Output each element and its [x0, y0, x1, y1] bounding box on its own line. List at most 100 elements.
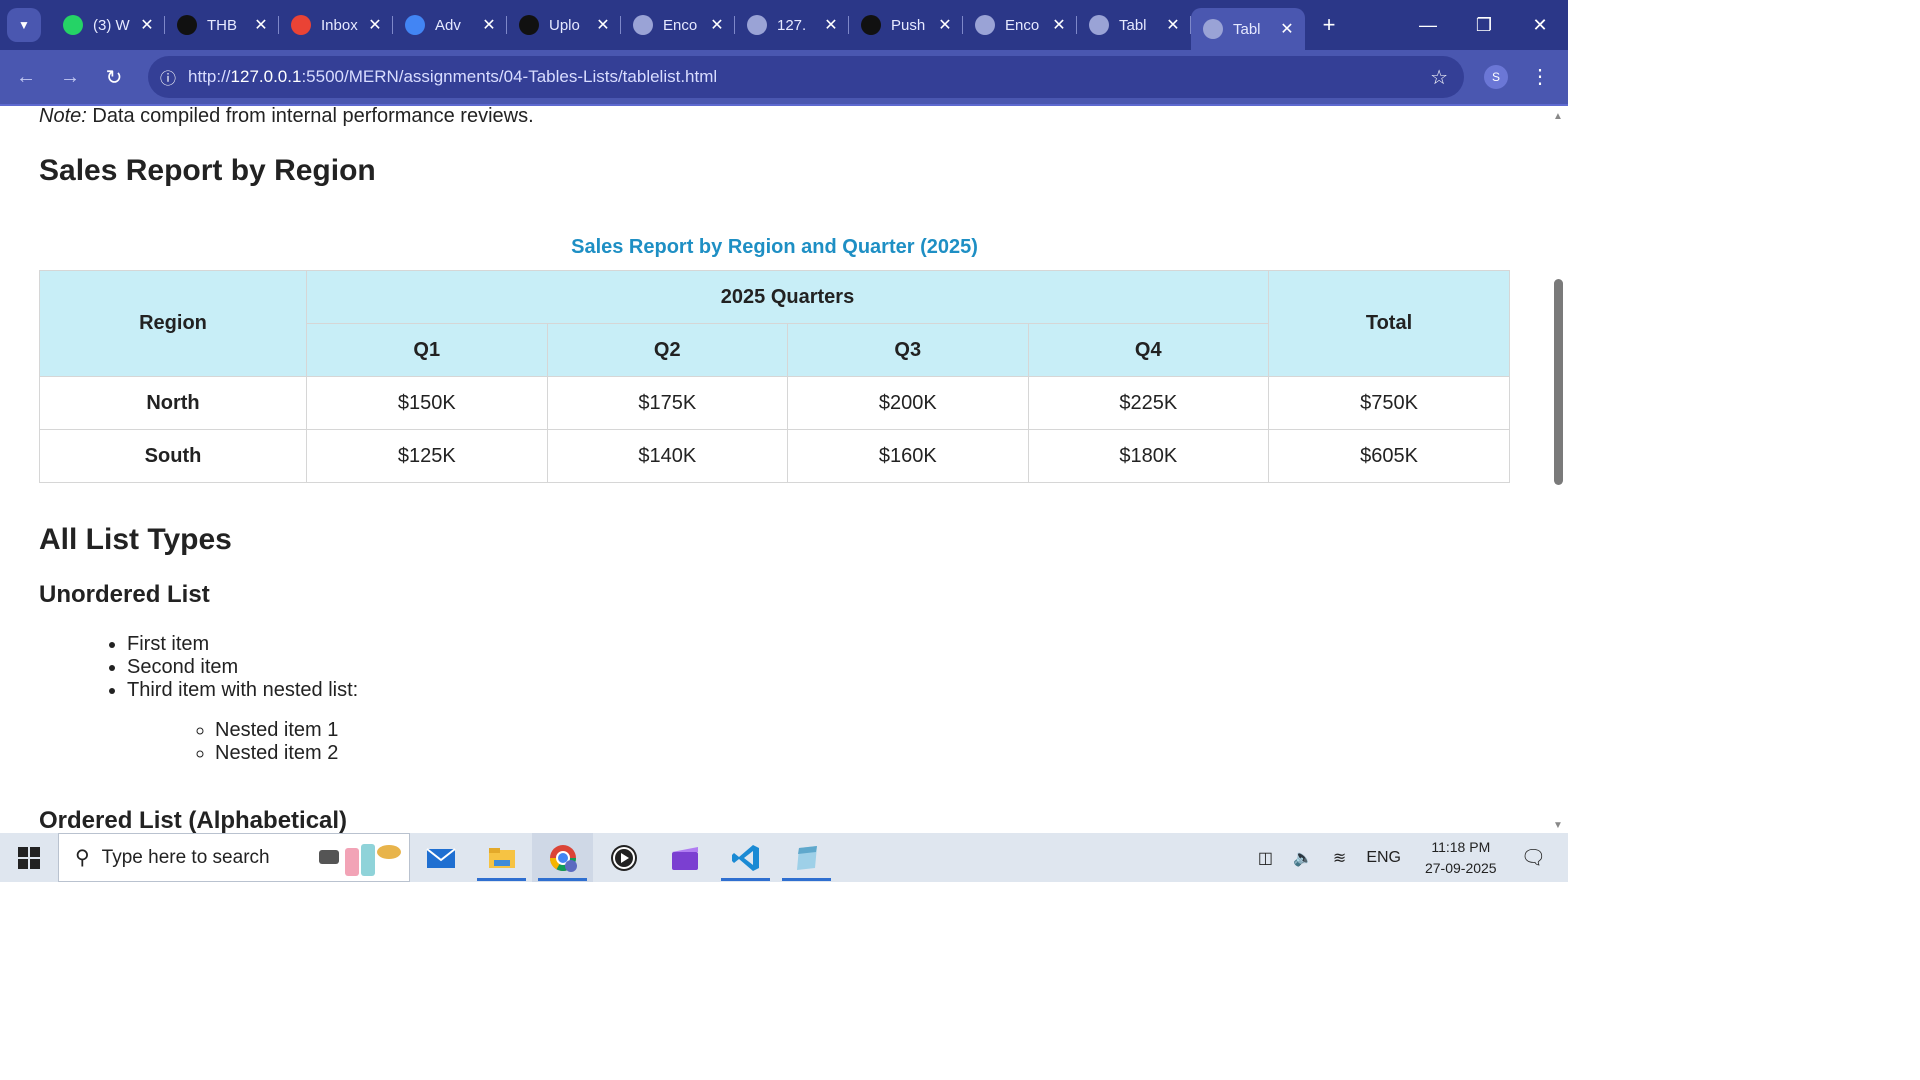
volume-icon[interactable]: 🔈	[1293, 848, 1313, 868]
region-header: Region	[39, 270, 307, 377]
browser-tab[interactable]: Inbox ✕	[279, 0, 393, 50]
scroll-down-arrow-icon[interactable]: ▼	[1553, 820, 1563, 831]
browser-tab[interactable]: (3) W ✕	[51, 0, 165, 50]
tab-close-icon[interactable]: ✕	[1279, 19, 1295, 39]
globe-icon	[1203, 19, 1223, 39]
tab-list: (3) W ✕ THB ✕ Inbox ✕ Adv ✕ Uplo ✕ Enco ✕ 127. ✕ Push ✕…	[51, 0, 1305, 50]
taskbar-search[interactable]: ⚲ Type here to search	[58, 833, 410, 882]
media-player-button[interactable]	[593, 833, 654, 882]
globe-icon	[633, 15, 653, 35]
minimize-button[interactable]: —	[1400, 0, 1456, 50]
quarter-header: Q3	[787, 323, 1029, 377]
browser-tab[interactable]: 127. ✕	[735, 0, 849, 50]
gmail-icon	[291, 15, 311, 35]
browser-tab[interactable]: Tabl ✕	[1077, 0, 1191, 50]
clipchamp-icon	[671, 846, 698, 870]
system-tray: ◫ 🔈 ≋ ENG 11:18 PM 27-09-2025 🗨	[1248, 833, 1568, 882]
site-info-icon[interactable]: ⓘ	[148, 65, 188, 89]
browser-tab[interactable]: Enco ✕	[621, 0, 735, 50]
github-icon	[177, 15, 197, 35]
list-item: First item	[127, 633, 1550, 656]
whatsapp-icon	[63, 15, 83, 35]
battery-icon[interactable]: ◫	[1258, 848, 1273, 868]
wifi-icon[interactable]: ≋	[1333, 848, 1346, 868]
address-bar[interactable]: ⓘ http://127.0.0.1:5500/MERN/assignments…	[148, 56, 1464, 98]
browser-tab[interactable]: Tabl ✕	[1191, 8, 1305, 50]
row-region: North	[39, 376, 307, 430]
search-icon: ⚲	[75, 847, 90, 869]
tab-title: Adv	[435, 16, 461, 34]
close-window-button[interactable]: ✕	[1512, 0, 1568, 50]
browser-tab[interactable]: Push ✕	[849, 0, 963, 50]
list-item-label: Third item with nested list:	[127, 679, 359, 701]
bookmark-star-icon[interactable]: ☆	[1430, 65, 1448, 90]
back-button[interactable]: ←	[4, 55, 48, 99]
mail-app-button[interactable]	[410, 833, 471, 882]
notifications-icon[interactable]: 🗨	[1521, 845, 1546, 870]
windows-logo-icon	[18, 846, 40, 869]
tab-strip: ▼ (3) W ✕ THB ✕ Inbox ✕ Adv ✕ Uplo ✕ Enco ✕ 127. ✕ Pus…	[0, 0, 1568, 50]
search-highlight-icon	[319, 844, 401, 876]
clock[interactable]: 11:18 PM 27-09-2025	[1425, 837, 1497, 879]
start-button[interactable]	[0, 833, 58, 882]
tab-title: Enco	[1005, 16, 1040, 34]
profile-avatar[interactable]: S	[1484, 65, 1508, 89]
vertical-scrollbar[interactable]: ▲ ▼	[1550, 107, 1568, 833]
total-header: Total	[1268, 270, 1510, 377]
scroll-up-arrow-icon[interactable]: ▲	[1553, 111, 1563, 122]
clock-time: 11:18 PM	[1431, 838, 1491, 855]
url-text[interactable]: http://127.0.0.1:5500/MERN/assignments/0…	[188, 67, 717, 87]
tab-title: Push	[891, 16, 926, 34]
tab-close-icon[interactable]: ✕	[367, 15, 383, 35]
clipchamp-button[interactable]	[654, 833, 715, 882]
tab-close-icon[interactable]: ✕	[139, 15, 155, 35]
browser-tab[interactable]: THB ✕	[165, 0, 279, 50]
row-total: $605K	[1268, 429, 1510, 483]
vscode-button[interactable]	[715, 833, 776, 882]
browser-tab[interactable]: Adv ✕	[393, 0, 507, 50]
new-tab-button[interactable]: +	[1311, 12, 1347, 38]
file-explorer-button[interactable]	[471, 833, 532, 882]
quarters-group-header: 2025 Quarters	[306, 270, 1269, 324]
tab-close-icon[interactable]: ✕	[823, 15, 839, 35]
openai-icon	[861, 15, 881, 35]
forward-button[interactable]: →	[48, 55, 92, 99]
browser-tab[interactable]: Uplo ✕	[507, 0, 621, 50]
note-paragraph: Note: Data compiled from internal perfor…	[39, 107, 1550, 128]
tab-close-icon[interactable]: ✕	[937, 15, 953, 35]
note-text: Data compiled from internal performance …	[86, 107, 534, 127]
tab-search-button[interactable]: ▼	[7, 8, 41, 42]
table-row: South $125K $140K $160K $180K $605K	[39, 429, 1510, 483]
tab-close-icon[interactable]: ✕	[1165, 15, 1181, 35]
tab-close-icon[interactable]: ✕	[709, 15, 725, 35]
tab-close-icon[interactable]: ✕	[1051, 15, 1067, 35]
tab-close-icon[interactable]: ✕	[253, 15, 269, 35]
tab-title: Tabl	[1233, 20, 1261, 38]
search-placeholder: Type here to search	[101, 846, 270, 868]
tab-close-icon[interactable]: ✕	[595, 15, 611, 35]
scrollbar-thumb[interactable]	[1554, 279, 1563, 485]
ordered-list-title: Ordered List (Alphabetical)	[39, 807, 348, 833]
browser-toolbar: ← → ↻ ⓘ http://127.0.0.1:5500/MERN/assig…	[0, 50, 1568, 106]
quarter-header: Q1	[306, 323, 548, 377]
arrow-right-icon: →	[60, 65, 80, 88]
window-controls: — ❐ ✕	[1400, 0, 1568, 50]
tab-close-icon[interactable]: ✕	[481, 15, 497, 35]
restore-button[interactable]: ❐	[1456, 0, 1512, 50]
page-content: Note: Data compiled from internal perfor…	[0, 107, 1550, 833]
unordered-list-title: Unordered List	[39, 581, 210, 608]
globe-icon	[975, 15, 995, 35]
notepad-icon	[796, 845, 817, 870]
browser-tab[interactable]: Enco ✕	[963, 0, 1077, 50]
table-cell: $150K	[306, 376, 548, 430]
chrome-button[interactable]	[532, 833, 593, 882]
browser-menu-icon[interactable]: ⋮	[1530, 64, 1550, 89]
row-region: South	[39, 429, 307, 483]
notepad-button[interactable]	[776, 833, 837, 882]
table-cell: $180K	[1027, 429, 1269, 483]
url-scheme: http://	[188, 67, 231, 86]
nested-list-item: Nested item 2	[215, 742, 1550, 765]
row-total: $750K	[1268, 376, 1510, 430]
language-indicator[interactable]: ENG	[1366, 849, 1401, 867]
reload-button[interactable]: ↻	[92, 55, 136, 99]
